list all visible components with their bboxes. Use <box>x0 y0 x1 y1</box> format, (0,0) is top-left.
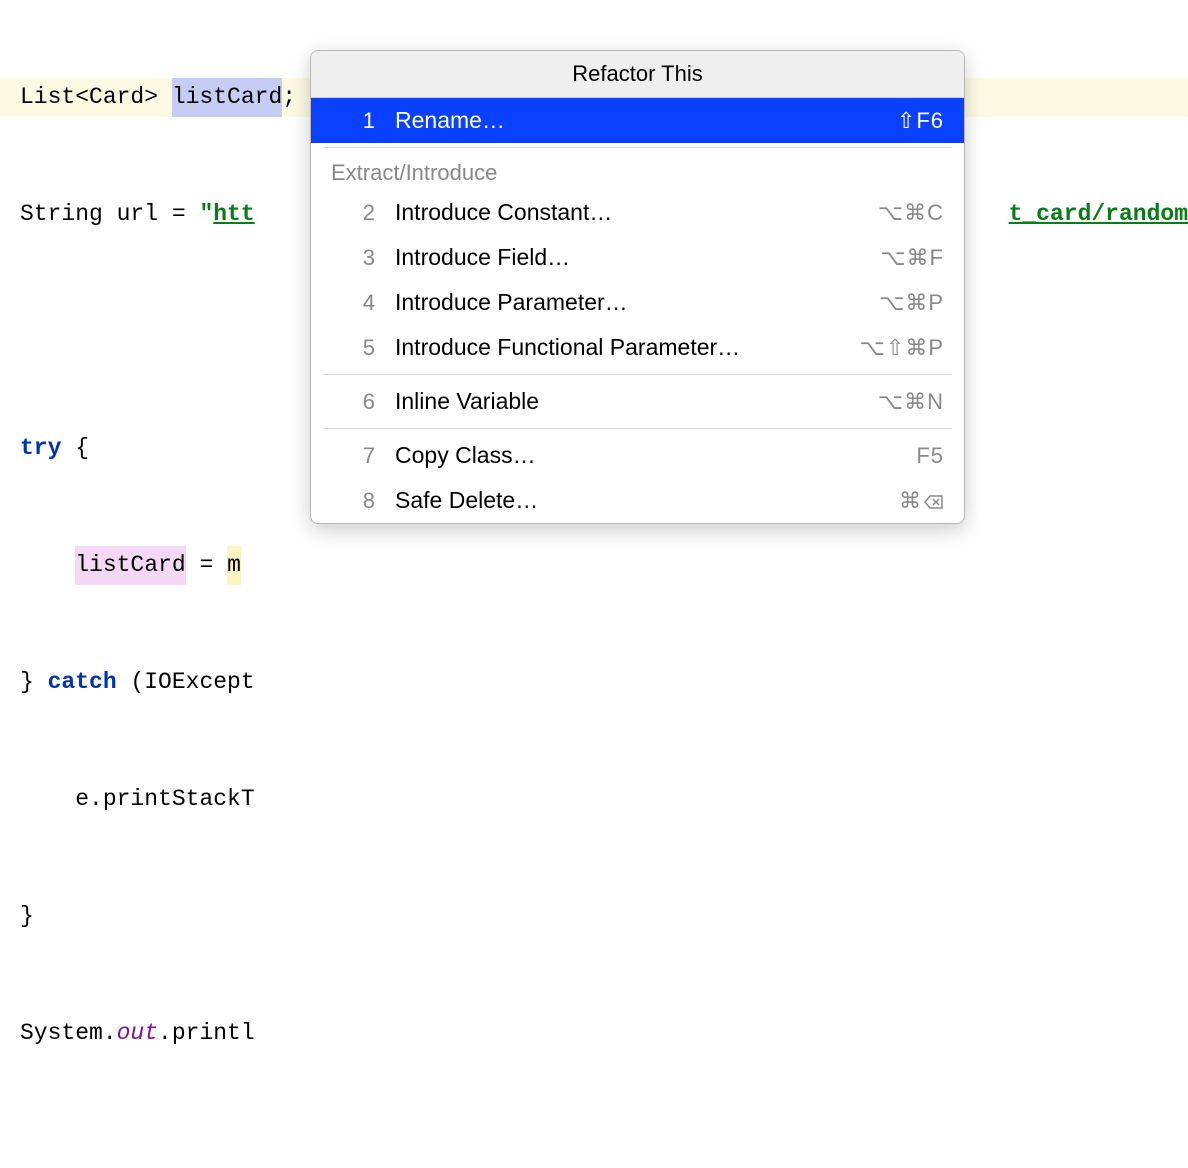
selection-primary: listCard <box>172 78 282 117</box>
menu-section-header: Extract/Introduce <box>311 152 964 190</box>
menu-item-introduce-constant[interactable]: 2 Introduce Constant… ⌥⌘C <box>311 190 964 235</box>
menu-item-label: Safe Delete… <box>395 487 899 514</box>
menu-item-number: 7 <box>331 443 375 469</box>
refactor-popup: Refactor This 1 Rename… ⇧F6 Extract/Intr… <box>310 50 965 524</box>
menu-item-label: Inline Variable <box>395 388 878 415</box>
string-quote: " <box>199 195 213 234</box>
menu-item-number: 4 <box>331 290 375 316</box>
string-url: htt <box>213 195 254 234</box>
code-text: .printl <box>158 1014 255 1053</box>
code-text: ; <box>282 78 296 117</box>
menu-item-introduce-functional-parameter[interactable]: 5 Introduce Functional Parameter… ⌥⇧⌘P <box>311 325 964 370</box>
menu-item-label: Introduce Constant… <box>395 199 878 226</box>
menu-item-number: 8 <box>331 488 375 514</box>
code-text: { <box>61 429 89 468</box>
menu-item-copy-class[interactable]: 7 Copy Class… F5 <box>311 433 964 478</box>
menu-item-label: Introduce Functional Parameter… <box>395 334 860 361</box>
code-text: } <box>20 897 34 936</box>
menu-item-number: 3 <box>331 245 375 271</box>
token-highlight: m <box>227 546 241 585</box>
menu-item-label: Introduce Field… <box>395 244 880 271</box>
menu-item-shortcut: ⌥⌘F <box>880 245 944 271</box>
code-text <box>20 546 75 585</box>
field-out: out <box>117 1014 158 1053</box>
menu-item-introduce-field[interactable]: 3 Introduce Field… ⌥⌘F <box>311 235 964 280</box>
menu-item-number: 1 <box>331 108 375 134</box>
code-line[interactable]: listCard = m <box>0 546 1188 585</box>
menu-item-inline-variable[interactable]: 6 Inline Variable ⌥⌘N <box>311 379 964 424</box>
code-text: System. <box>20 1014 117 1053</box>
selection-occurrence: listCard <box>75 546 185 585</box>
menu-item-number: 6 <box>331 389 375 415</box>
menu-item-shortcut: ⌥⌘N <box>878 389 944 415</box>
menu-item-shortcut: ⌥⌘P <box>879 290 944 316</box>
menu-item-number: 5 <box>331 335 375 361</box>
code-line[interactable] <box>0 1131 1188 1168</box>
code-line[interactable]: System.out.printl <box>0 1014 1188 1053</box>
menu-item-shortcut: F5 <box>916 443 944 469</box>
menu-item-rename[interactable]: 1 Rename… ⇧F6 <box>311 98 964 143</box>
menu-item-shortcut: ⌥⌘C <box>878 200 944 226</box>
popup-title: Refactor This <box>311 51 964 98</box>
menu-item-label: Rename… <box>395 107 897 134</box>
menu-item-label: Introduce Parameter… <box>395 289 879 316</box>
keyword-catch: catch <box>48 663 117 702</box>
code-text: (IOExcept <box>117 663 255 702</box>
code-line[interactable]: } <box>0 897 1188 936</box>
code-line[interactable]: } catch (IOExcept <box>0 663 1188 702</box>
code-text: String url = <box>20 195 199 234</box>
menu-separator <box>323 374 952 375</box>
delete-icon <box>924 494 944 510</box>
menu-item-shortcut: ⇧F6 <box>897 108 944 134</box>
menu-separator <box>323 428 952 429</box>
menu-item-label: Copy Class… <box>395 442 916 469</box>
menu-item-shortcut: ⌥⇧⌘P <box>860 335 944 361</box>
keyword-try: try <box>20 429 61 468</box>
menu-item-shortcut: ⌘ <box>899 488 944 514</box>
menu-item-introduce-parameter[interactable]: 4 Introduce Parameter… ⌥⌘P <box>311 280 964 325</box>
menu-item-number: 2 <box>331 200 375 226</box>
code-text: e.printStackT <box>20 780 255 819</box>
code-text: List<Card> <box>20 78 172 117</box>
code-text: = <box>186 546 227 585</box>
menu-separator <box>323 147 952 148</box>
code-text: } <box>20 663 48 702</box>
code-line[interactable]: e.printStackT <box>0 780 1188 819</box>
menu-item-safe-delete[interactable]: 8 Safe Delete… ⌘ <box>311 478 964 523</box>
string-url-tail: t_card/random <box>1009 195 1188 234</box>
